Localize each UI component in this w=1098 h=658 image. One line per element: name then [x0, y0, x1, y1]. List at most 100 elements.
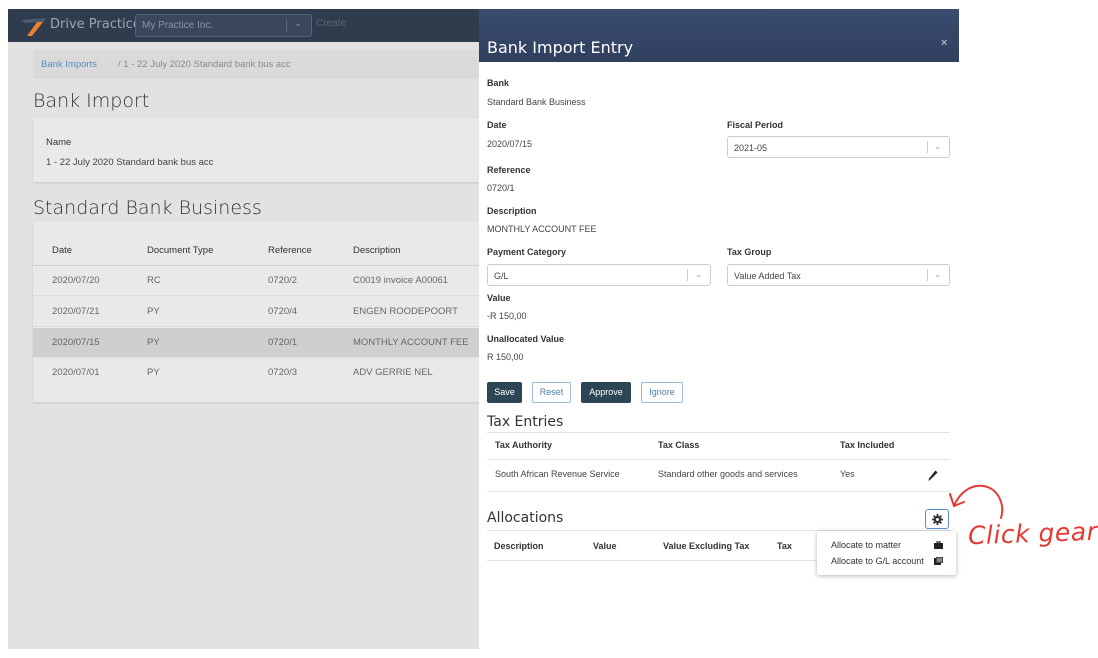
column-header[interactable]: Document Type [147, 245, 213, 256]
tax-group-value: Value Added Tax [734, 271, 801, 281]
reference-value: 0720/1 [487, 183, 515, 193]
table-header-row: Date Document Type Reference Description [33, 236, 479, 266]
type-cell: PY [147, 367, 160, 378]
table-row[interactable]: 2020/07/01 PY 0720/3 ADV GERRIE NEL [33, 358, 479, 388]
tax-authority-header: Tax Authority [495, 440, 553, 450]
top-navbar: Drive Practice My Practice Inc. ⌄ Create [8, 9, 479, 42]
tax-class-cell: Standard other goods and services [658, 469, 798, 479]
allocation-tax-header: Tax [777, 541, 792, 551]
date-label: Date [487, 120, 507, 130]
reference-cell: 0720/4 [268, 306, 298, 317]
select-divider [927, 269, 928, 281]
table-row[interactable]: 2020/07/20 RC 0720/2 C0019 invoice A0006… [33, 266, 479, 296]
type-cell: PY [147, 337, 160, 348]
chevron-down-icon: ⌄ [695, 269, 703, 279]
allocation-dropdown-menu: Allocate to matter Allocate to G/L accou… [817, 531, 956, 575]
bank-label: Bank [487, 78, 510, 88]
tax-authority-cell: South African Revenue Service [495, 469, 620, 479]
name-label: Name [46, 137, 72, 148]
tax-entries-title: Tax Entries [487, 414, 564, 430]
tax-included-header: Tax Included [840, 440, 895, 450]
type-cell: RC [147, 275, 161, 286]
unallocated-value-label: Unallocated Value [487, 334, 565, 344]
reference-cell: 0720/2 [268, 275, 298, 286]
bank-value: Standard Bank Business [487, 97, 586, 107]
date-cell: 2020/07/15 [52, 337, 100, 348]
screen: Drive Practice My Practice Inc. ⌄ Create… [0, 0, 1098, 658]
date-value: 2020/07/15 [487, 139, 533, 149]
table-row[interactable]: 2020/07/21 PY 0720/4 ENGEN ROODEPOORT [33, 297, 479, 327]
tax-class-header: Tax Class [658, 440, 700, 450]
company-select-value: My Practice Inc. [142, 20, 214, 31]
import-name-card: Name 1 - 22 July 2020 Standard bank bus … [33, 118, 479, 182]
column-header[interactable]: Description [353, 245, 401, 256]
description-cell: ADV GERRIE NEL [353, 367, 433, 378]
drive-logo-icon [22, 18, 46, 36]
reference-cell: 0720/3 [268, 367, 298, 378]
value-label: Value [487, 293, 511, 303]
breadcrumb-bank-imports-link[interactable]: Bank Imports [41, 59, 97, 70]
company-select[interactable]: My Practice Inc. ⌄ [135, 14, 312, 37]
select-divider [927, 141, 928, 153]
gear-icon [932, 514, 943, 525]
briefcase-icon [934, 541, 943, 549]
description-label: Description [487, 206, 537, 216]
payment-category-select[interactable]: G/L ⌄ [487, 264, 711, 286]
allocation-value-excl-tax-header: Value Excluding Tax [663, 541, 750, 551]
ledger-icon [934, 557, 943, 565]
value-value: -R 150,00 [487, 311, 527, 321]
divider [487, 459, 950, 460]
date-cell: 2020/07/01 [52, 367, 100, 378]
page-title: Bank Import [33, 90, 150, 112]
create-link[interactable]: Create [316, 18, 346, 29]
column-header[interactable]: Reference [268, 245, 312, 256]
divider [487, 560, 817, 561]
menu-item-allocate-to-gl-account[interactable]: Allocate to G/L account [831, 556, 924, 566]
fiscal-period-select[interactable]: 2021-05 ⌄ [727, 136, 950, 158]
divider [487, 432, 950, 433]
allocation-description-header: Description [494, 541, 544, 551]
payment-category-label: Payment Category [487, 247, 567, 257]
bank-section-title: Standard Bank Business [33, 197, 262, 219]
chevron-down-icon: ⌄ [934, 141, 942, 151]
description-cell: MONTHLY ACCOUNT FEE [353, 337, 469, 348]
background-app: Drive Practice My Practice Inc. ⌄ Create… [8, 9, 479, 649]
description-value: MONTHLY ACCOUNT FEE [487, 224, 597, 234]
column-header[interactable]: Date [52, 245, 72, 256]
bank-import-table: Date Document Type Reference Description… [33, 221, 479, 402]
breadcrumb-current: / 1 - 22 July 2020 Standard bank bus acc [118, 59, 291, 70]
reference-label: Reference [487, 165, 531, 175]
chevron-down-icon: ⌄ [934, 269, 942, 279]
breadcrumb: Bank Imports / 1 - 22 July 2020 Standard… [33, 50, 479, 79]
type-cell: PY [147, 306, 160, 317]
tax-group-label: Tax Group [727, 247, 772, 257]
payment-category-value: G/L [494, 271, 509, 281]
chevron-down-icon: ⌄ [294, 18, 303, 29]
select-divider [687, 269, 688, 281]
allocations-title: Allocations [487, 510, 564, 526]
allocation-value-header: Value [593, 541, 617, 551]
select-divider [286, 19, 287, 33]
tax-group-select[interactable]: Value Added Tax ⌄ [727, 264, 950, 286]
fiscal-period-value: 2021-05 [734, 143, 768, 153]
pencil-icon[interactable] [928, 470, 938, 482]
tax-included-cell: Yes [840, 469, 855, 479]
reference-cell: 0720/1 [268, 337, 298, 348]
close-icon[interactable]: × [941, 37, 947, 49]
name-value: 1 - 22 July 2020 Standard bank bus acc [46, 157, 214, 168]
app-name[interactable]: Drive Practice [50, 17, 141, 32]
table-row-selected[interactable]: 2020/07/15 PY 0720/1 MONTHLY ACCOUNT FEE [33, 328, 479, 358]
modal-header: Bank Import Entry × [479, 9, 959, 62]
reset-button[interactable]: Reset [532, 382, 571, 403]
approve-button[interactable]: Approve [581, 382, 631, 403]
date-cell: 2020/07/20 [52, 275, 100, 286]
save-button[interactable]: Save [487, 382, 522, 403]
description-cell: C0019 invoice A00061 [353, 275, 449, 286]
annotation-text: Click gear [967, 516, 1098, 551]
menu-item-allocate-to-matter[interactable]: Allocate to matter [831, 540, 901, 550]
unallocated-value: R 150,00 [487, 352, 524, 362]
modal-title: Bank Import Entry [487, 38, 634, 57]
date-cell: 2020/07/21 [52, 306, 100, 317]
description-cell: ENGEN ROODEPOORT [353, 306, 458, 317]
ignore-button[interactable]: Ignore [641, 382, 683, 403]
